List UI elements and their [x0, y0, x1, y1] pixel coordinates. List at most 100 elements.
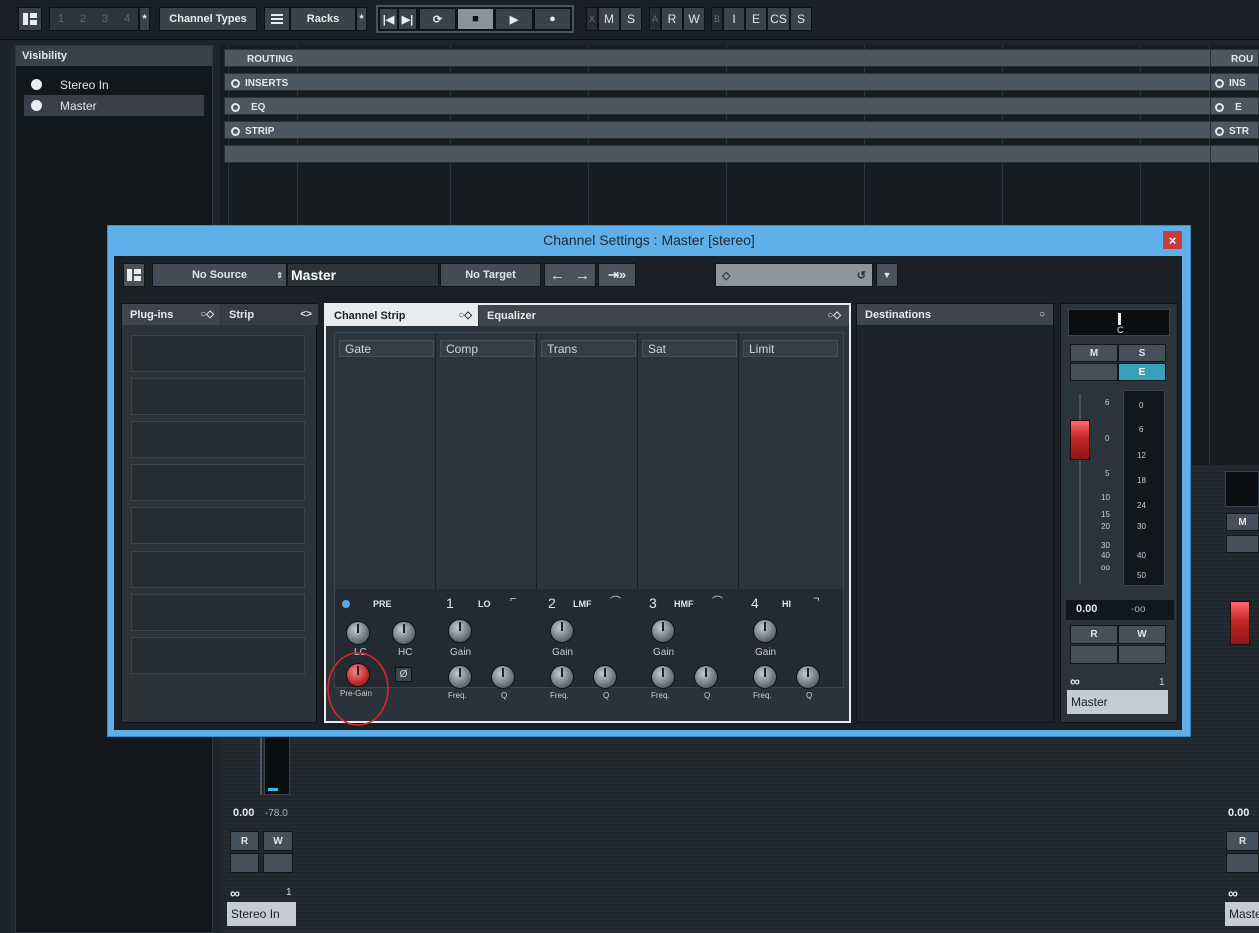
record-button[interactable]: ● [534, 8, 571, 30]
link-icon[interactable]: ∞ [1070, 673, 1080, 689]
pan-display[interactable] [1225, 471, 1259, 507]
page-1[interactable]: 1 [58, 13, 64, 25]
insert-slot[interactable] [131, 378, 305, 415]
close-button[interactable]: × [1163, 231, 1182, 249]
page-4[interactable]: 4 [124, 13, 130, 25]
routing-rack-bar[interactable]: ROUTING [224, 49, 1259, 67]
module-gate[interactable]: Gate [335, 333, 436, 589]
eq-rack-bar[interactable]: EQ [224, 97, 1259, 115]
band-2-gain-knob[interactable] [550, 619, 574, 643]
phase-invert-button[interactable]: Ø [395, 667, 412, 682]
insert-slot[interactable] [131, 335, 305, 372]
global-bypass-cs-button[interactable]: CS [767, 7, 790, 31]
band-4-gain-knob[interactable] [753, 619, 777, 643]
band-2-q-knob[interactable] [593, 665, 617, 689]
read-button[interactable]: R [1070, 625, 1118, 644]
blank-button[interactable] [1226, 853, 1259, 873]
write-button[interactable]: W [263, 831, 293, 851]
reset-icon[interactable]: ↺ [857, 269, 866, 282]
racks-menu-button[interactable] [264, 7, 290, 31]
read-button[interactable]: R [1226, 831, 1259, 851]
page-3[interactable]: 3 [102, 13, 108, 25]
strip-power-icon[interactable] [1215, 126, 1224, 136]
channel-name-master[interactable]: Master [1067, 690, 1168, 714]
next-channel-arrow-icon[interactable]: → [575, 267, 590, 284]
insert-slot[interactable] [131, 551, 305, 588]
power-bypass-icon[interactable]: ○◇ [200, 309, 214, 320]
page-selector[interactable]: 1 2 3 4 [49, 7, 139, 31]
edit-channel-button[interactable]: E [1118, 363, 1166, 381]
strip-rack-bar[interactable]: STRIP [224, 121, 1259, 139]
window-layout-button[interactable] [18, 7, 42, 31]
insert-slot[interactable] [131, 507, 305, 544]
visible-dot-icon[interactable] [31, 100, 42, 111]
insert-slot[interactable] [131, 464, 305, 501]
read-button[interactable]: R [230, 831, 259, 851]
mute-button[interactable]: M [1070, 344, 1118, 362]
global-bypass-sends-button[interactable]: S [790, 7, 812, 31]
insert-slot[interactable] [131, 421, 305, 458]
strip-power-icon[interactable] [231, 126, 240, 136]
visibility-item-master[interactable]: Master [24, 95, 204, 116]
blank-button[interactable] [1070, 645, 1118, 664]
global-write-button[interactable]: W [683, 7, 705, 31]
low-cut-knob[interactable] [346, 621, 370, 645]
play-button[interactable]: ▶ [495, 8, 533, 30]
band-2-freq-knob[interactable] [550, 665, 574, 689]
right-routing-bar[interactable]: ROU [1210, 49, 1259, 67]
channel-name-master[interactable]: Maste [1225, 902, 1259, 926]
band-3-freq-knob[interactable] [651, 665, 675, 689]
inserts-power-icon[interactable] [1215, 78, 1224, 88]
channel-name-field[interactable]: Master [287, 263, 439, 287]
band-3-q-knob[interactable] [694, 665, 718, 689]
eq-power-icon[interactable] [1215, 102, 1224, 112]
insert-slot[interactable] [131, 594, 305, 631]
band-3-gain-knob[interactable] [651, 619, 675, 643]
right-eq-bar[interactable]: E [1210, 97, 1259, 115]
preset-selector[interactable]: ◇ ↺ [715, 263, 873, 287]
module-limit[interactable]: Limit [739, 333, 843, 589]
inserts-power-icon[interactable] [231, 78, 240, 88]
global-bypass-inserts-button[interactable]: I [723, 7, 745, 31]
tab-equalizer[interactable]: Equalizer ○◇ [479, 305, 849, 326]
blank-button[interactable] [1226, 535, 1259, 553]
target-selector[interactable]: No Target [440, 263, 541, 287]
source-selector[interactable]: No Source ⇕ [152, 263, 287, 287]
power-bypass-icon[interactable]: ○◇ [827, 310, 841, 321]
stop-button[interactable]: ■ [457, 8, 494, 30]
edit-button[interactable]: ⇥» [598, 263, 636, 287]
tab-channel-strip[interactable]: Channel Strip ○◇ [326, 305, 478, 326]
right-strip-bar[interactable]: STR [1210, 121, 1259, 139]
write-button[interactable]: W [1118, 625, 1166, 644]
global-solo-button[interactable]: S [620, 7, 642, 31]
insert-slot[interactable] [131, 637, 305, 674]
tab-destinations[interactable]: Destinations ○ [857, 304, 1053, 325]
module-comp[interactable]: Comp [436, 333, 537, 589]
global-mute-button[interactable]: M [598, 7, 620, 31]
module-sat[interactable]: Sat [638, 333, 739, 589]
power-bypass-icon[interactable]: ○ [1039, 309, 1045, 320]
blank-button[interactable] [230, 853, 259, 873]
blank-button[interactable] [263, 853, 293, 873]
band-1-freq-knob[interactable] [448, 665, 472, 689]
go-to-start-button[interactable]: |◀ [379, 8, 398, 30]
power-bypass-icon[interactable]: ○◇ [458, 310, 472, 321]
previous-channel-arrow-icon[interactable]: ← [550, 267, 565, 284]
band-1-gain-knob[interactable] [448, 619, 472, 643]
high-cut-knob[interactable] [392, 621, 416, 645]
pan-control[interactable]: C [1068, 309, 1170, 336]
tab-plugins[interactable]: Plug-ins ○◇ [122, 304, 220, 325]
global-read-button[interactable]: R [661, 7, 683, 31]
volume-fader-handle[interactable] [1070, 420, 1090, 460]
low-shelf-icon[interactable]: ⌐ [510, 593, 516, 605]
expand-arrows-icon[interactable]: <> [300, 309, 312, 320]
link-icon[interactable]: ∞ [1228, 885, 1238, 901]
blank-button[interactable] [1070, 363, 1118, 381]
visibility-item-stereo-in[interactable]: Stereo In [24, 74, 204, 95]
right-inserts-bar[interactable]: INS [1210, 73, 1259, 91]
inserts-rack-bar[interactable]: INSERTS [224, 73, 1259, 91]
cycle-button[interactable]: ⟳ [419, 8, 456, 30]
pre-power-icon[interactable] [342, 600, 350, 608]
mute-button[interactable]: M [1226, 513, 1259, 531]
channel-name-stereo-in[interactable]: Stereo In [227, 902, 296, 926]
